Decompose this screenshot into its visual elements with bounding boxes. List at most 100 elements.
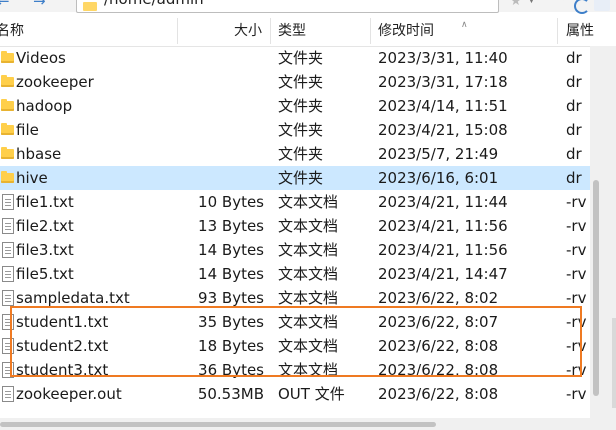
file-name: sampledata.txt [16, 289, 130, 307]
file-attributes: -rv [566, 265, 587, 283]
file-modified: 2023/6/22, 8:02 [378, 289, 499, 307]
file-type: 文件夹 [278, 121, 324, 139]
column-divider[interactable] [177, 18, 178, 44]
file-modified: 2023/3/31, 17:18 [378, 73, 508, 91]
column-size[interactable]: 大小 [234, 14, 262, 46]
file-name: hive [16, 169, 48, 187]
side-panel-edge [612, 318, 616, 408]
path-input[interactable]: /home/admin ▼ [76, 0, 567, 13]
file-modified: 2023/4/21, 15:08 [378, 121, 508, 139]
file-row[interactable]: hive 文件夹 2023/6/16, 6:01 dr [0, 166, 590, 190]
refresh-icon[interactable] [574, 0, 590, 14]
vertical-scrollbar[interactable] [590, 46, 616, 418]
text-file-icon [2, 362, 14, 378]
file-type: 文本文档 [278, 217, 339, 235]
folder-icon [1, 147, 14, 159]
file-name: file2.txt [16, 217, 74, 235]
file-row[interactable]: file1.txt 10 Bytes 文本文档 2023/4/21, 11:44 -rv [0, 190, 590, 214]
file-type: 文本文档 [278, 265, 339, 283]
file-modified: 2023/4/14, 11:51 [378, 97, 508, 115]
file-size: 18 Bytes [198, 337, 264, 355]
file-attributes: dr [566, 73, 582, 91]
file-modified: 2023/4/21, 11:56 [378, 217, 508, 235]
file-row[interactable]: hadoop 文件夹 2023/4/14, 11:51 dr [0, 94, 590, 118]
forward-arrow-icon[interactable]: → [33, 0, 46, 9]
column-name[interactable]: 名称 [0, 14, 24, 46]
back-arrow-icon[interactable]: ← [0, 0, 10, 9]
file-type: 文本文档 [278, 241, 339, 259]
file-name: Videos [16, 49, 66, 67]
column-modified[interactable]: 修改时间 [378, 14, 434, 46]
text-file-icon [2, 314, 14, 330]
column-divider[interactable] [370, 18, 371, 44]
column-attributes[interactable]: 属性 [566, 14, 594, 46]
file-attributes: -rv [566, 217, 587, 235]
file-name: zookeeper [16, 73, 94, 91]
folder-icon [1, 123, 14, 135]
text-file-icon [2, 290, 14, 306]
file-modified: 2023/6/16, 6:01 [378, 169, 499, 187]
file-modified: 2023/5/7, 21:49 [378, 145, 499, 163]
file-attributes: -rv [566, 385, 587, 403]
file-attributes: -rv [566, 361, 587, 379]
file-row[interactable]: file3.txt 14 Bytes 文本文档 2023/4/21, 11:56 -rv [0, 238, 590, 262]
file-row[interactable]: file2.txt 13 Bytes 文本文档 2023/4/21, 11:56 -rv [0, 214, 590, 238]
horizontal-scroll-thumb[interactable] [0, 422, 436, 427]
folder-icon [1, 51, 14, 63]
file-modified: 2023/4/21, 11:44 [378, 193, 508, 211]
file-attributes: -rv [566, 193, 587, 211]
file-row[interactable]: zookeeper.out 50.53MB OUT 文件 2023/6/22, 8:0… [0, 382, 590, 406]
file-type: 文本文档 [278, 193, 339, 211]
bookmark-star-icon[interactable]: ★ [510, 0, 522, 9]
column-header: 名称 大小 类型 修改时间 ∧ 属性 [0, 14, 616, 47]
file-attributes: dr [566, 97, 582, 115]
column-divider[interactable] [270, 18, 271, 44]
file-row[interactable]: zookeeper 文件夹 2023/3/31, 17:18 dr [0, 70, 590, 94]
file-type: 文件夹 [278, 73, 324, 91]
file-row[interactable]: student2.txt 18 Bytes 文本文档 2023/6/22, 8:08 -… [0, 334, 590, 358]
file-type: OUT 文件 [278, 385, 345, 403]
file-type: 文件夹 [278, 145, 324, 163]
file-attributes: -rv [566, 337, 587, 355]
file-name: file [16, 121, 39, 139]
file-size: 93 Bytes [198, 289, 264, 307]
file-row[interactable]: hbase 文件夹 2023/5/7, 21:49 dr [0, 142, 590, 166]
text-file-icon [2, 386, 14, 402]
file-type: 文本文档 [278, 313, 339, 331]
file-list: Videos 文件夹 2023/3/31, 11:40 dr zookeeper 文件夹 2… [0, 46, 590, 416]
file-modified: 2023/4/21, 11:56 [378, 241, 508, 259]
file-row[interactable]: file5.txt 14 Bytes 文本文档 2023/4/21, 14:47 -rv [0, 262, 590, 286]
file-type: 文本文档 [278, 361, 339, 379]
folder-icon [83, 2, 97, 11]
file-modified: 2023/6/22, 8:08 [378, 337, 499, 355]
file-name: hadoop [16, 97, 73, 115]
file-attributes: dr [566, 145, 582, 163]
file-type: 文件夹 [278, 97, 324, 115]
folder-icon [1, 171, 14, 183]
file-name: student1.txt [16, 313, 109, 331]
chevron-down-icon[interactable]: ▼ [560, 0, 567, 4]
vertical-scroll-thumb[interactable] [593, 180, 599, 396]
file-row[interactable]: sampledata.txt 93 Bytes 文本文档 2023/6/22, 8:0… [0, 286, 590, 310]
file-size: 50.53MB [197, 385, 264, 403]
file-row[interactable]: Videos 文件夹 2023/3/31, 11:40 dr [0, 46, 590, 70]
file-row[interactable]: student1.txt 35 Bytes 文本文档 2023/6/22, 8:07 -… [0, 310, 590, 334]
file-attributes: -rv [566, 313, 587, 331]
file-modified: 2023/3/31, 11:40 [378, 49, 508, 67]
column-type[interactable]: 类型 [278, 14, 306, 46]
file-attributes: dr [566, 121, 582, 139]
file-size: 36 Bytes [198, 361, 264, 379]
file-modified: 2023/6/22, 8:08 [378, 385, 499, 403]
file-name: file1.txt [16, 193, 74, 211]
file-row[interactable]: file 文件夹 2023/4/21, 15:08 dr [0, 118, 590, 142]
file-attributes: -rv [566, 289, 587, 307]
file-attributes: dr [566, 49, 582, 67]
file-attributes: dr [566, 169, 582, 187]
file-row[interactable]: student3.txt 36 Bytes 文本文档 2023/6/22, 8:08 -… [0, 358, 590, 382]
bookmark-dropdown-icon[interactable]: ▼ [528, 0, 535, 5]
file-size: 14 Bytes [198, 265, 264, 283]
column-divider[interactable] [557, 18, 558, 44]
file-size: 14 Bytes [198, 241, 264, 259]
sync-icon[interactable] [594, 0, 610, 11]
horizontal-scrollbar[interactable] [0, 418, 616, 430]
